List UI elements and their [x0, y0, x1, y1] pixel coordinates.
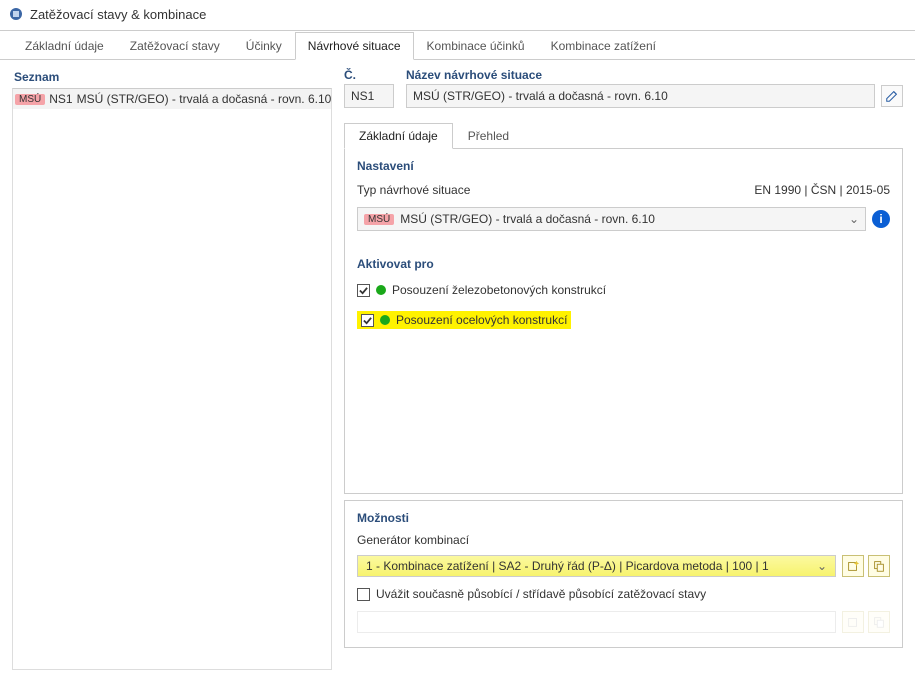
situation-list[interactable]: MSÚ NS1 MSÚ (STR/GEO) - trvalá a dočasná…: [12, 88, 332, 670]
tab-loadcases[interactable]: Zatěžovací stavy: [117, 32, 233, 60]
type-select-value: MSÚ (STR/GEO) - trvalá a dočasná - rovn.…: [400, 212, 655, 226]
tab-effect-combos[interactable]: Kombinace účinků: [414, 32, 538, 60]
name-label: Název návrhové situace: [406, 68, 903, 82]
generator-copy-button[interactable]: [868, 555, 890, 577]
edit-icon: [885, 89, 899, 103]
tag-msu: MSÚ: [364, 214, 394, 225]
no-label: Č.: [344, 68, 394, 82]
tag-msu: MSÚ: [15, 94, 45, 105]
copy-icon: [872, 615, 886, 629]
simultaneous-select: [357, 611, 836, 633]
generator-new-button[interactable]: [842, 555, 864, 577]
subtab-basic[interactable]: Základní údaje: [344, 123, 453, 149]
no-input[interactable]: NS1: [344, 84, 394, 108]
window-title: Zatěžovací stavy & kombinace: [30, 7, 206, 22]
tab-effects[interactable]: Účinky: [233, 32, 295, 60]
list-item-name: MSÚ (STR/GEO) - trvalá a dočasná - rovn.…: [77, 92, 331, 106]
sparkle-new-icon: [846, 559, 860, 573]
status-dot-icon: [380, 315, 390, 325]
simultaneous-checkbox-row[interactable]: Uvážit současně působící / střídavě půso…: [357, 585, 890, 603]
checkbox[interactable]: [357, 588, 370, 601]
tab-design-situations[interactable]: Návrhové situace: [295, 32, 414, 60]
section-settings: Nastavení: [357, 159, 890, 173]
generator-value: 1 - Kombinace zatížení | SA2 - Druhý řád…: [366, 559, 769, 573]
activate-label: Posouzení ocelových konstrukcí: [396, 313, 567, 327]
name-input[interactable]: MSÚ (STR/GEO) - trvalá a dočasná - rovn.…: [406, 84, 875, 108]
status-dot-icon: [376, 285, 386, 295]
section-activate: Aktivovat pro: [357, 257, 890, 271]
list-item[interactable]: MSÚ NS1 MSÚ (STR/GEO) - trvalá a dočasná…: [13, 89, 331, 109]
checkbox[interactable]: [357, 284, 370, 297]
chevron-down-icon: ⌄: [849, 212, 859, 226]
info-icon[interactable]: i: [872, 210, 890, 228]
type-select[interactable]: MSÚ MSÚ (STR/GEO) - trvalá a dočasná - r…: [357, 207, 866, 231]
section-options: Možnosti: [357, 511, 890, 525]
copy-icon: [872, 559, 886, 573]
activate-item-concrete[interactable]: Posouzení železobetonových konstrukcí: [357, 281, 890, 299]
list-header: Seznam: [12, 68, 332, 88]
tab-basic[interactable]: Základní údaje: [12, 32, 117, 60]
edit-name-button[interactable]: [881, 85, 903, 107]
main-tabs: Základní údaje Zatěžovací stavy Účinky N…: [0, 31, 915, 60]
simultaneous-label: Uvážit současně působící / střídavě půso…: [376, 587, 706, 601]
generator-label: Generátor kombinací: [357, 533, 890, 547]
chevron-down-icon: ⌄: [817, 559, 827, 573]
titlebar: Zatěžovací stavy & kombinace: [0, 0, 915, 26]
type-standard: EN 1990 | ČSN | 2015-05: [754, 183, 890, 197]
type-label: Typ návrhové situace: [357, 183, 470, 197]
checkbox[interactable]: [361, 314, 374, 327]
subtab-overview[interactable]: Přehled: [453, 123, 524, 149]
generator-select[interactable]: 1 - Kombinace zatížení | SA2 - Druhý řád…: [357, 555, 836, 577]
activate-label: Posouzení železobetonových konstrukcí: [392, 283, 606, 297]
activate-item-steel[interactable]: Posouzení ocelových konstrukcí: [357, 309, 890, 331]
simul-new-button: [842, 611, 864, 633]
subtabs: Základní údaje Přehled: [344, 122, 903, 149]
app-icon: [8, 6, 24, 22]
list-item-no: NS1: [49, 92, 72, 106]
simul-copy-button: [868, 611, 890, 633]
sparkle-new-icon: [846, 615, 860, 629]
tab-load-combos[interactable]: Kombinace zatížení: [538, 32, 669, 60]
